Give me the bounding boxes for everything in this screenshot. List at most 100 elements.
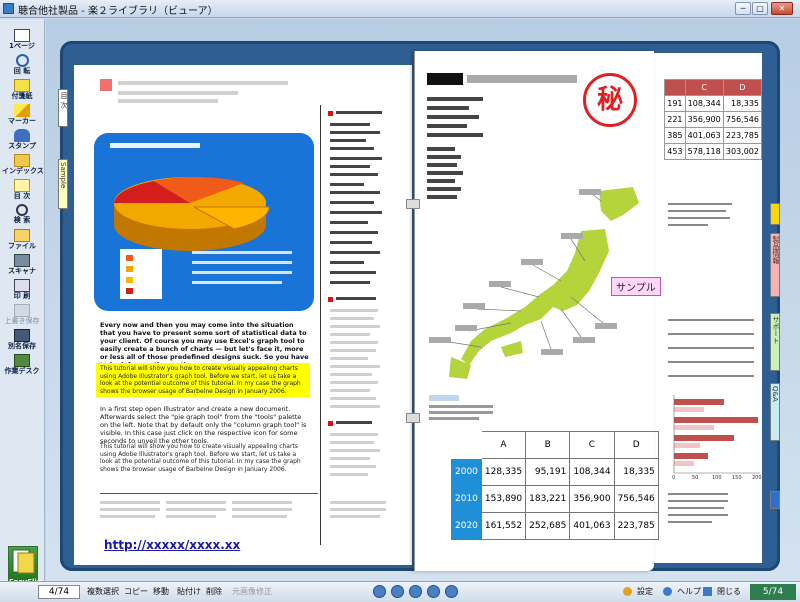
table-cell: 756,546 [722, 111, 763, 128]
close-viewer-button[interactable]: 閉じる [717, 586, 741, 597]
table-header: C [684, 79, 724, 96]
paste-button[interactable]: 貼付け [177, 586, 201, 597]
tool-index[interactable]: インデックス [2, 154, 44, 178]
viewer-canvas: 目 次 Sample Every now and then you may co… [46, 19, 800, 581]
sticky-note-callout[interactable]: サンプル [611, 277, 661, 296]
table-row-header: 2010 [451, 485, 482, 513]
window-title: 聴合他社製品 - 楽２ライブラリ（ビューア） [18, 6, 218, 17]
confidential-stamp[interactable]: 秘 [583, 73, 637, 127]
page-marker-square [100, 79, 112, 91]
index-tab-support[interactable]: サポート [770, 313, 780, 371]
table-cell: 356,900 [684, 111, 724, 128]
index-tab-blue[interactable] [770, 491, 780, 509]
minimize-button[interactable]: ─ [735, 2, 751, 15]
tool-single-page[interactable]: 1ページ [2, 29, 42, 53]
index-tab-product-info[interactable]: 製品情報 [770, 233, 780, 297]
tool-marker[interactable]: マーカー [2, 104, 42, 128]
previous-page-icon[interactable] [391, 585, 404, 598]
move-button[interactable]: 移動 [153, 586, 169, 597]
edit-original-image-button[interactable]: 元画像修正 [232, 586, 272, 597]
title-bar: 聴合他社製品 - 楽２ライブラリ（ビューア） ─ □ ✕ [0, 0, 800, 18]
rotate-icon [15, 54, 29, 67]
table-cell: 223,785 [722, 127, 763, 144]
index-tab-label: 製品情報 [772, 236, 780, 264]
sticky-note-icon [14, 79, 30, 92]
table-cell: 108,344 [684, 95, 724, 112]
index-tab-sample[interactable]: Sample [58, 159, 68, 209]
file-icon [14, 229, 30, 242]
tool-label: 検 索 [13, 216, 31, 224]
tool-stamp[interactable]: スタンプ [2, 129, 42, 153]
chart-legend [120, 249, 162, 299]
index-tab-toc[interactable]: 目 次 [58, 89, 68, 127]
delete-button[interactable]: 削除 [206, 586, 222, 597]
axis-tick: 100 [712, 475, 722, 481]
copy-button[interactable]: コピー [124, 586, 148, 597]
body-paragraph-1: Every now and then you may come into the… [100, 321, 309, 369]
save-as-icon [14, 329, 30, 342]
bar-chart-thumbnail [673, 395, 760, 474]
close-icon [703, 587, 712, 596]
desk-icon [14, 354, 30, 367]
tool-desk[interactable]: 作業デスク [2, 354, 42, 378]
sample-url-link[interactable]: http://xxxxx/xxxx.xx [104, 538, 240, 552]
axis-tick: 50 [692, 475, 699, 481]
page-number-input[interactable]: 4/74 [38, 585, 80, 599]
table-header: B [525, 431, 571, 459]
tool-save[interactable]: 上書き保存 [2, 304, 42, 328]
last-page-icon[interactable] [445, 585, 458, 598]
table-cell: 401,063 [684, 127, 724, 144]
tool-sticky-note[interactable]: 付箋紙 [2, 79, 42, 103]
left-toolbar: 1ページ 回 転 付箋紙 マーカー スタンプ インデックス 目 次 検 索 ファ… [0, 19, 45, 588]
table-cell: 401,063 [569, 512, 615, 540]
stamp-icon [14, 129, 30, 142]
index-tab-label: Q&A [771, 386, 779, 402]
right-data-table: C D 191 108,344 18,335 221 356,900 756,5… [664, 79, 763, 160]
pie-chart-figure [94, 133, 314, 311]
print-icon [14, 279, 30, 292]
tool-scanner[interactable]: スキャナ [2, 254, 42, 278]
next-page-icon[interactable] [427, 585, 440, 598]
heading-placeholder [118, 99, 218, 103]
body-paragraph-2: In a first step open Illustrator and cre… [100, 405, 307, 445]
table-header: A [480, 431, 527, 459]
table-cell: 252,685 [525, 512, 571, 540]
scanner-icon [14, 254, 30, 267]
status-bar: 4/74 複数選択 コピー 移動 貼付け 削除 元画像修正 設定 ヘルプ 閉じる… [0, 581, 800, 602]
settings-button[interactable]: 設定 [637, 586, 653, 597]
tool-label: 上書き保存 [4, 317, 40, 325]
search-icon [16, 204, 28, 216]
tool-label: 目 次 [13, 192, 31, 200]
tool-label: 印 刷 [13, 292, 31, 300]
axis-tick: 0 [672, 475, 676, 481]
table-row-header: 2000 [451, 458, 482, 486]
tool-save-as[interactable]: 別名保存 [2, 329, 42, 353]
axis-tick: 200 [752, 475, 762, 481]
table-cell: 18,335 [722, 95, 763, 112]
tool-print[interactable]: 印 刷 [2, 279, 42, 303]
index-tab-label: Sample [59, 162, 67, 189]
tool-rotate[interactable]: 回 転 [2, 54, 42, 78]
table-cell: 95,191 [525, 458, 571, 486]
multi-select-button[interactable]: 複数選択 [87, 586, 119, 597]
help-button[interactable]: ヘルプ [677, 586, 701, 597]
table-cell: 385 [664, 127, 686, 144]
tool-file[interactable]: ファイル [2, 229, 42, 253]
tool-label: 別名保存 [8, 342, 36, 350]
table-row-header: 2020 [451, 512, 482, 540]
table-cell: 356,900 [569, 485, 615, 513]
index-tab-yellow[interactable] [770, 203, 780, 225]
tool-search[interactable]: 検 索 [2, 204, 42, 228]
index-tab-label: サポート [772, 316, 780, 344]
tool-table-of-contents[interactable]: 目 次 [2, 179, 42, 203]
tool-label: 付箋紙 [11, 92, 33, 100]
marker-icon [14, 104, 30, 117]
index-tab-qa[interactable]: Q&A [770, 383, 780, 441]
table-header: C [569, 431, 615, 459]
stop-icon[interactable] [409, 585, 422, 598]
divider [100, 493, 318, 494]
close-window-button[interactable]: ✕ [771, 2, 793, 15]
first-page-icon[interactable] [373, 585, 386, 598]
maximize-button[interactable]: □ [752, 2, 768, 15]
table-cell: 221 [664, 111, 686, 128]
